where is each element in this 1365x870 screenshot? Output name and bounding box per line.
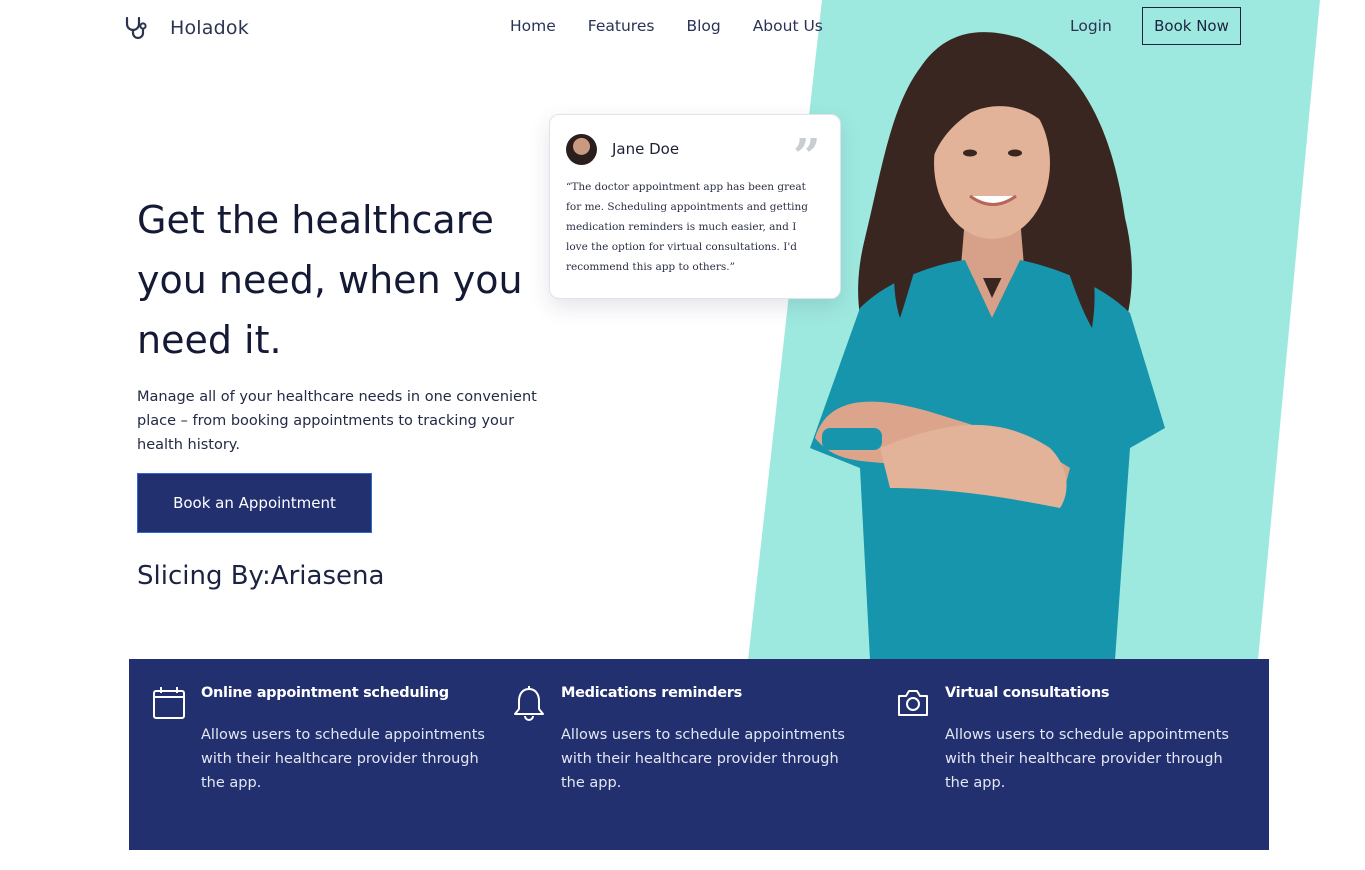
brand-logo[interactable]: Holadok	[124, 14, 249, 42]
feature-title: Medications reminders	[561, 685, 742, 701]
calendar-icon	[153, 687, 185, 719]
book-appointment-button[interactable]: Book an Appointment	[137, 473, 372, 533]
nav-features[interactable]: Features	[588, 17, 655, 35]
testimonial-text: “The doctor appointment app has been gre…	[566, 181, 809, 273]
bell-icon	[514, 686, 544, 721]
quote-icon: ”	[793, 129, 821, 185]
testimonial-card: Jane Doe ” “The doctor appointment app h…	[549, 114, 841, 299]
feature-description: Allows users to schedule appointments wi…	[945, 727, 1229, 791]
nav-home[interactable]: Home	[510, 17, 556, 35]
slicing-credit: Slicing By:Ariasena	[137, 561, 385, 591]
stethoscope-icon	[125, 16, 147, 40]
hero-description: Manage all of your healthcare needs in o…	[137, 389, 537, 453]
feature-title: Virtual consultations	[945, 685, 1110, 701]
testimonial-name: Jane Doe	[612, 140, 680, 158]
feature-description: Allows users to schedule appointments wi…	[201, 727, 485, 791]
nav-blog[interactable]: Blog	[686, 17, 720, 35]
feature-title: Online appointment scheduling	[201, 685, 449, 701]
brand-name: Holadok	[170, 17, 249, 39]
features-band: Online appointment scheduling Allows use…	[129, 659, 1269, 850]
avatar	[566, 134, 597, 165]
camera-icon	[898, 690, 928, 716]
feature-description: Allows users to schedule appointments wi…	[561, 727, 845, 791]
hero-title: Get the healthcare you need, when you ne…	[137, 198, 523, 362]
